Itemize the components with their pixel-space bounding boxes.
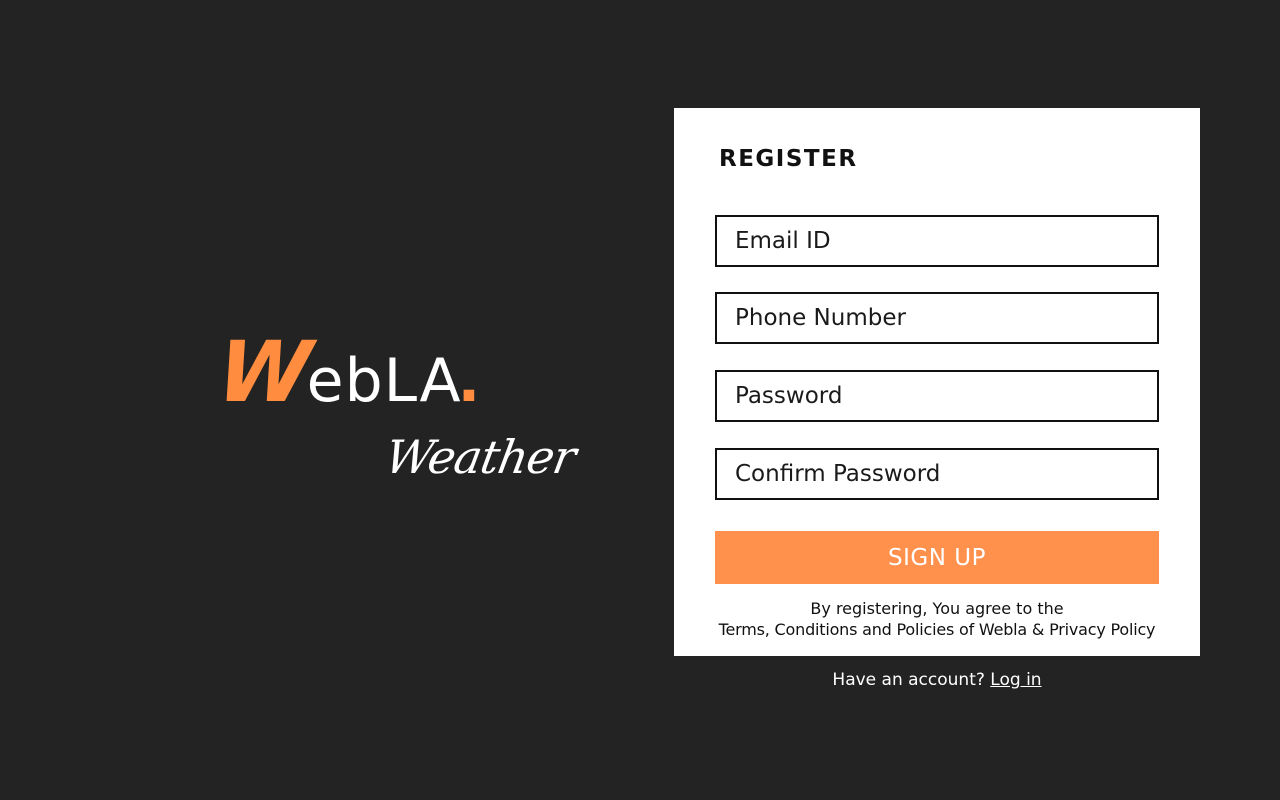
login-link[interactable]: Log in	[990, 670, 1041, 690]
email-field[interactable]	[715, 215, 1159, 267]
brand-logo: WebLA. Weather	[213, 323, 579, 500]
login-prompt: Have an account? Log in	[674, 670, 1200, 690]
terms-line-1: By registering, You agree to the	[810, 599, 1064, 618]
sign-up-button[interactable]: SIGN UP	[715, 531, 1159, 584]
password-field[interactable]	[715, 370, 1159, 422]
register-card: REGISTER SIGN UP By registering, You agr…	[674, 108, 1200, 656]
logo-dot: .	[457, 346, 481, 416]
confirm-password-field[interactable]	[715, 448, 1159, 500]
logo-subtitle: Weather	[381, 430, 580, 484]
logo-wordmark: WebLA.	[213, 323, 481, 421]
register-title: REGISTER	[719, 146, 858, 172]
phone-number-field[interactable]	[715, 292, 1159, 344]
terms-line-2: Terms, Conditions and Policies of Webla …	[718, 620, 1156, 639]
register-page: WebLA. Weather REGISTER SIGN UP By regis…	[0, 0, 1280, 800]
logo-first-letter: W	[212, 323, 312, 421]
account-prompt-text: Have an account?	[832, 670, 985, 690]
logo-rest-text: ebLA	[306, 346, 462, 416]
terms-notice: By registering, You agree to the Terms, …	[674, 598, 1200, 640]
